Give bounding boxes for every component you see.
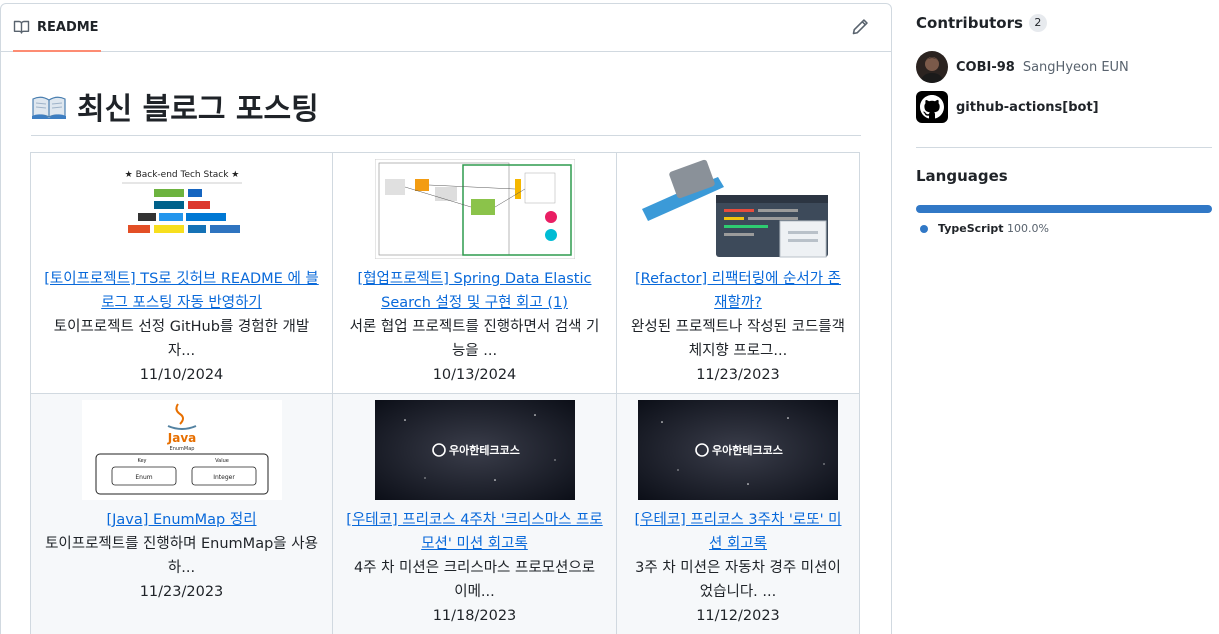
post-cell: Java EnumMap Key Value Enum Integer [Jav… <box>30 393 333 634</box>
post-cell: 우아한테크코스 [우테코] 프리코스 4주차 '크리스마스 프로모션' 미션 회… <box>332 393 617 634</box>
post-description: 4주 차 미션은 크리스마스 프로모션으로 이메... <box>353 560 596 600</box>
post-cell: [협업프로젝트] Spring Data Elastic Search 설정 및… <box>332 152 617 394</box>
readme-tab[interactable]: README <box>13 4 101 52</box>
post-description: 토이프로젝트 선정 GitHub를 경험한 개발자... <box>53 319 310 359</box>
post-date: 11/18/2023 <box>432 608 517 624</box>
architecture-diagram-thumbnail[interactable] <box>374 159 575 259</box>
github-octocat-icon <box>920 95 944 119</box>
post-description: 토이프로젝트를 진행하며 EnumMap을 사용하... <box>45 536 318 576</box>
thumb-caption: ★ Back-end Tech Stack ★ <box>124 170 239 180</box>
table-row: Java EnumMap Key Value Enum Integer [Jav… <box>30 393 860 634</box>
table-row: ★ Back-end Tech Stack ★ [토이프로젝트] TS로 깃허브… <box>30 152 860 394</box>
post-date: 11/23/2023 <box>139 584 224 600</box>
sidebar-divider <box>916 147 1212 148</box>
thumb-enummap-text: EnumMap <box>169 446 194 452</box>
contributors-count-badge: 2 <box>1028 14 1047 32</box>
java-enummap-thumbnail[interactable]: Java EnumMap Key Value Enum Integer <box>81 400 282 500</box>
post-link[interactable]: [협업프로젝트] Spring Data Elastic Search 설정 및… <box>345 267 604 315</box>
post-cell: 우아한테크코스 [우테코] 프리코스 3주차 '로또' 미션 회고록 3주 차 … <box>616 393 860 634</box>
thumb-caption: 우아한테크코스 <box>449 443 520 457</box>
thumb-java-text: Java <box>166 431 195 445</box>
contributor-login[interactable]: github-actions[bot] <box>956 100 1099 115</box>
post-description: 완성된 프로젝트나 작성된 코드를객체지향 프로그... <box>631 319 845 359</box>
language-bar <box>916 205 1212 213</box>
page-title-text: 최신 블로그 포스팅 <box>77 91 319 127</box>
book-icon <box>13 20 30 34</box>
contributors-heading[interactable]: Contributors 2 <box>916 14 1047 32</box>
thumb-integer-text: Integer <box>213 474 235 481</box>
contributor-item[interactable]: github-actions[bot] <box>916 91 1099 123</box>
contributor-item[interactable]: COBI-98 SangHyeon EUN <box>916 51 1129 83</box>
post-date: 11/23/2023 <box>696 367 780 383</box>
post-date: 11/10/2024 <box>139 367 224 383</box>
thumb-caption: 우아한테크코스 <box>712 443 783 457</box>
open-book-icon <box>32 96 66 119</box>
language-name: TypeScript <box>938 222 1004 235</box>
thumb-key-text: Key <box>137 458 146 464</box>
post-description: 서론 협업 프로젝트를 진행하면서 검색 기능을 ... <box>349 319 600 359</box>
readme-tab-label: README <box>37 19 99 35</box>
post-link[interactable]: [우테코] 프리코스 4주차 '크리스마스 프로모션' 미션 회고록 <box>345 508 604 556</box>
avatar[interactable] <box>916 51 948 83</box>
page-title: 최신 블로그 포스팅 <box>31 84 861 136</box>
contributors-heading-text: Contributors <box>916 14 1023 32</box>
language-color-dot <box>920 224 928 233</box>
post-date: 10/13/2024 <box>432 367 517 383</box>
language-item[interactable]: TypeScript 100.0% <box>920 222 1049 235</box>
avatar[interactable] <box>916 91 948 123</box>
contributor-login[interactable]: COBI-98 <box>956 60 1015 75</box>
edit-pencil-icon[interactable] <box>851 18 869 36</box>
woowa-techcourse-thumbnail[interactable]: 우아한테크코스 <box>638 400 838 500</box>
posts-table: ★ Back-end Tech Stack ★ [토이프로젝트] TS로 깃허브… <box>30 152 860 634</box>
tech-stack-thumbnail[interactable]: ★ Back-end Tech Stack ★ <box>81 159 282 259</box>
woowa-techcourse-thumbnail[interactable]: 우아한테크코스 <box>374 400 575 500</box>
languages-heading-text: Languages <box>916 167 1008 185</box>
post-description: 3주 차 미션은 자동차 경주 미션이었습니다. ... <box>635 560 841 600</box>
post-link[interactable]: [Refactor] 리팩터링에 순서가 존재할까? <box>629 267 847 315</box>
thumb-value-text: Value <box>215 458 229 464</box>
thumb-enum-text: Enum <box>135 474 152 481</box>
languages-heading: Languages <box>916 167 1008 185</box>
post-link[interactable]: [우테코] 프리코스 3주차 '로또' 미션 회고록 <box>629 508 847 556</box>
post-link[interactable]: [Java] EnumMap 정리 <box>43 508 320 532</box>
language-percent: 100.0% <box>1006 222 1049 235</box>
post-link[interactable]: [토이프로젝트] TS로 깃허브 README 에 블로그 포스팅 자동 반영하… <box>43 267 320 315</box>
contributor-name: SangHyeon EUN <box>1022 59 1129 75</box>
readme-header: README <box>1 4 891 52</box>
post-date: 11/12/2023 <box>696 608 780 624</box>
refactor-thumbnail[interactable] <box>638 159 838 259</box>
post-cell: [Refactor] 리팩터링에 순서가 존재할까? 완성된 프로젝트나 작성된… <box>616 152 860 394</box>
post-cell: ★ Back-end Tech Stack ★ [토이프로젝트] TS로 깃허브… <box>30 152 333 394</box>
readme-body: 최신 블로그 포스팅 <box>31 84 861 136</box>
